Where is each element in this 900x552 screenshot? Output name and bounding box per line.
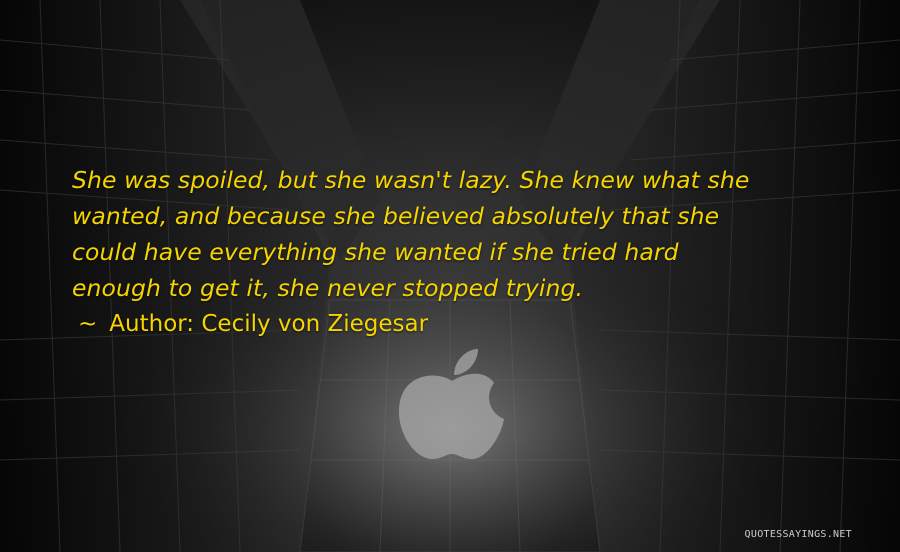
author-label[interactable]: Author: Cecily von Ziegesar (109, 311, 428, 337)
tilde-icon: ~ (78, 311, 98, 337)
quote-line: She was spoiled, but she wasn't lazy. Sh… (72, 166, 750, 194)
quote-block: She was spoiled, but she wasn't lazy. Sh… (72, 162, 852, 342)
quote-image: She was spoiled, but she wasn't lazy. Sh… (0, 0, 900, 552)
quote-line: could have everything she wanted if she … (72, 238, 679, 266)
quote-text: She was spoiled, but she wasn't lazy. Sh… (72, 162, 852, 306)
quote-line: wanted, and because she believed absolut… (72, 202, 720, 230)
watermark: QUOTESSAYINGS.NET (744, 529, 852, 540)
author-attribution[interactable]: ~ Author: Cecily von Ziegesar (78, 306, 852, 342)
quote-line: enough to get it, she never stopped tryi… (72, 274, 584, 302)
